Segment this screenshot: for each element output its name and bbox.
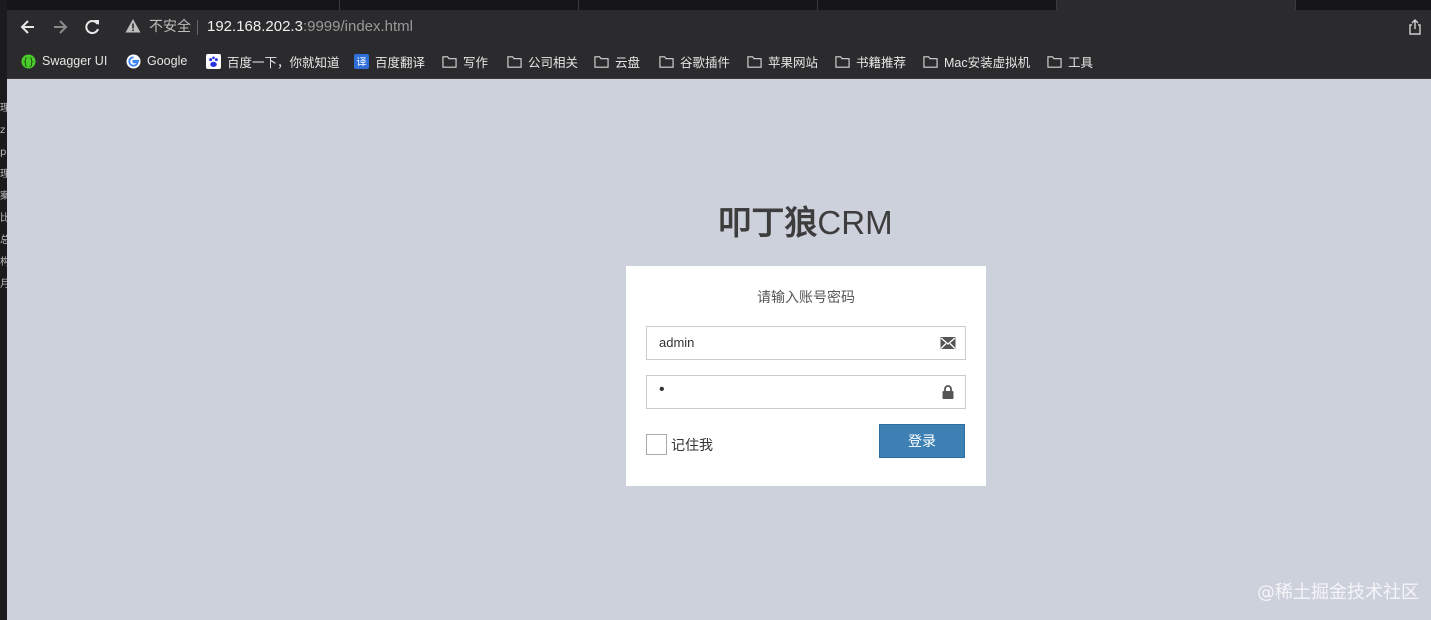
product-name: CRM (817, 204, 893, 241)
bookmark-label: 写作 (463, 55, 489, 70)
bookmark-label: 书籍推荐 (856, 55, 907, 70)
bookmark-google[interactable]: Google (126, 52, 187, 70)
bookmark-folder-books[interactable]: 书籍推荐 (835, 52, 906, 70)
browser-tab[interactable] (340, 0, 579, 10)
folder-icon (747, 55, 762, 68)
svg-text:译: 译 (356, 56, 366, 68)
login-button[interactable]: 登录 (879, 424, 965, 458)
google-icon (126, 53, 141, 69)
baidu-icon (206, 53, 221, 69)
url-path: :9999/index.html (302, 18, 414, 35)
bookmarks-bar: {} Swagger UI Google 百度一下，你就知道 译 百度翻译 写作… (7, 44, 1431, 79)
security-status[interactable]: 不安全 (149, 18, 191, 36)
brand-name: 叩丁狼 (718, 203, 818, 242)
bookmark-translate[interactable]: 译 百度翻译 (354, 52, 425, 70)
bookmark-folder-mac-vm[interactable]: Mac安装虚拟机 (923, 52, 1030, 70)
password-field[interactable]: • (646, 375, 966, 409)
username-field[interactable]: admin (646, 326, 966, 360)
folder-icon (1047, 55, 1062, 68)
folder-icon (594, 55, 609, 68)
share-icon[interactable] (1407, 19, 1423, 35)
tab-strip (7, 0, 1431, 10)
bookmark-folder-apple[interactable]: 苹果网站 (747, 52, 818, 70)
browser-window: 不安全 192.168.202.3:9999/index.html {} Swa… (7, 0, 1431, 620)
bookmark-label: 公司相关 (528, 55, 579, 70)
swagger-icon: {} (21, 53, 36, 69)
bookmark-label: 百度一下，你就知道 (227, 55, 340, 70)
login-card: 请输入账号密码 admin • 记住我 登录 (626, 266, 986, 486)
svg-text:{}: {} (23, 56, 35, 67)
bookmark-label: 工具 (1068, 55, 1094, 70)
bookmark-folder-chrome-plugins[interactable]: 谷歌插件 (659, 52, 730, 70)
back-arrow-icon (20, 20, 34, 34)
forward-button[interactable] (49, 16, 71, 38)
folder-icon (507, 55, 522, 68)
left-window-edge: 理zp理案比总构月 (0, 0, 10, 620)
username-value: admin (659, 335, 695, 350)
browser-toolbar: 不安全 192.168.202.3:9999/index.html (7, 10, 1431, 44)
login-prompt: 请输入账号密码 (757, 290, 855, 306)
bookmark-folder-writing[interactable]: 写作 (442, 52, 488, 70)
page-title: 叩丁狼CRM (7, 196, 1431, 244)
bookmark-label: 苹果网站 (768, 55, 819, 70)
remember-me[interactable]: 记住我 (646, 434, 713, 455)
translate-icon: 译 (354, 53, 369, 69)
browser-tab-active[interactable] (1057, 0, 1296, 10)
url-text[interactable]: 192.168.202.3:9999/index.html (207, 18, 413, 36)
password-value: • (659, 381, 665, 398)
bookmark-folder-cloud[interactable]: 云盘 (594, 52, 640, 70)
bookmark-label: 云盘 (615, 55, 641, 70)
page-content: 叩丁狼CRM 请输入账号密码 admin • 记住我 登录 @稀土掘金技术社区 (7, 79, 1431, 620)
back-button[interactable] (17, 16, 39, 38)
browser-tab[interactable] (579, 0, 818, 10)
bookmark-swagger[interactable]: {} Swagger UI (21, 52, 107, 70)
bookmark-folder-tools[interactable]: 工具 (1047, 52, 1093, 70)
folder-icon (442, 55, 457, 68)
envelope-icon (940, 337, 956, 349)
bookmark-label: Google (147, 54, 188, 68)
bookmark-baidu[interactable]: 百度一下，你就知道 (206, 52, 340, 70)
remember-checkbox[interactable] (646, 434, 667, 455)
lock-icon (942, 385, 954, 399)
bookmark-label: Mac安装虚拟机 (944, 55, 1031, 70)
bookmark-label: 百度翻译 (375, 55, 426, 70)
address-bar[interactable]: 不安全 192.168.202.3:9999/index.html (115, 14, 1395, 41)
bookmark-label: 谷歌插件 (680, 55, 731, 70)
remember-label: 记住我 (671, 437, 713, 454)
bookmark-label: Swagger UI (42, 54, 108, 68)
watermark: @稀土掘金技术社区 (1257, 582, 1419, 603)
warning-icon (125, 19, 141, 33)
browser-tab[interactable] (818, 0, 1057, 10)
browser-tab[interactable] (7, 0, 340, 10)
folder-icon (659, 55, 674, 68)
reload-button[interactable] (81, 16, 103, 38)
folder-icon (835, 55, 850, 68)
divider (197, 20, 198, 35)
url-host: 192.168.202.3 (207, 18, 303, 35)
bookmark-folder-company[interactable]: 公司相关 (507, 52, 578, 70)
folder-icon (923, 55, 938, 68)
reload-icon (85, 20, 99, 35)
forward-arrow-icon (54, 20, 68, 34)
